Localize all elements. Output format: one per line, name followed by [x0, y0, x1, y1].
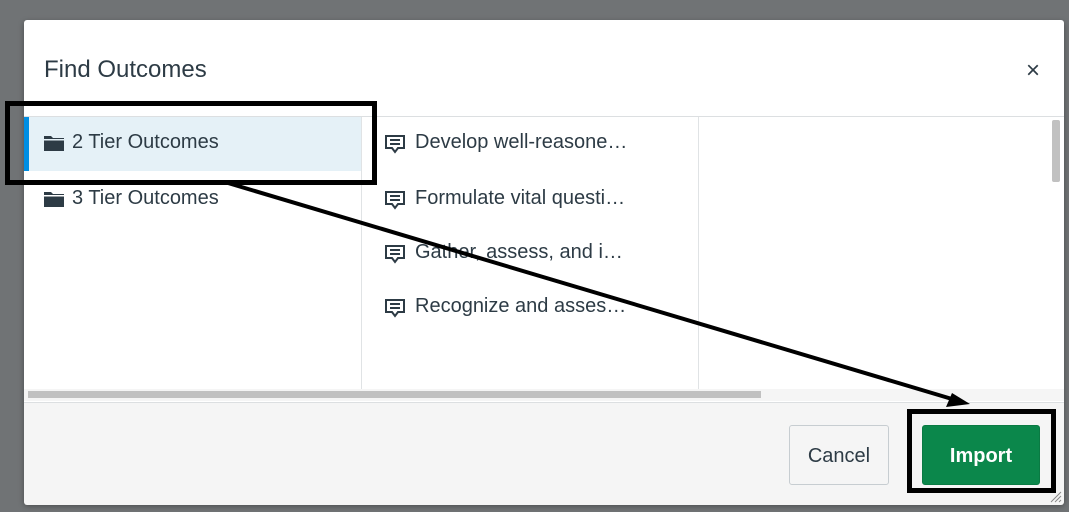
outcome-item[interactable]: Develop well-reasone…: [384, 117, 684, 171]
cancel-button[interactable]: Cancel: [789, 425, 889, 485]
detail-column: [699, 117, 1064, 391]
close-icon[interactable]: ×: [1020, 58, 1046, 84]
folder-label: 3 Tier Outcomes: [72, 187, 219, 209]
outcome-item[interactable]: Gather, assess, and i…: [384, 227, 684, 281]
outcome-icon: [385, 135, 405, 154]
vertical-scrollbar[interactable]: [1052, 120, 1060, 182]
folder-icon: [44, 192, 64, 207]
outcome-label: Gather, assess, and i…: [415, 241, 623, 263]
outcome-label: Recognize and asses…: [415, 295, 627, 317]
dialog-title: Find Outcomes: [44, 56, 207, 83]
outcome-label: Formulate vital questi…: [415, 187, 626, 209]
outcome-icon: [385, 299, 405, 318]
outcome-icon: [385, 245, 405, 264]
horizontal-scrollbar[interactable]: [28, 391, 761, 398]
outcome-icon: [385, 191, 405, 210]
callout-box-folder: [5, 101, 377, 185]
outcome-item[interactable]: Formulate vital questi…: [384, 173, 684, 227]
outcome-label: Develop well-reasone…: [415, 131, 628, 153]
outcome-column: Develop well-reasone… Formulate vital qu…: [362, 117, 699, 391]
outcome-item[interactable]: Recognize and asses…: [384, 281, 684, 335]
callout-box-import: [907, 409, 1056, 493]
